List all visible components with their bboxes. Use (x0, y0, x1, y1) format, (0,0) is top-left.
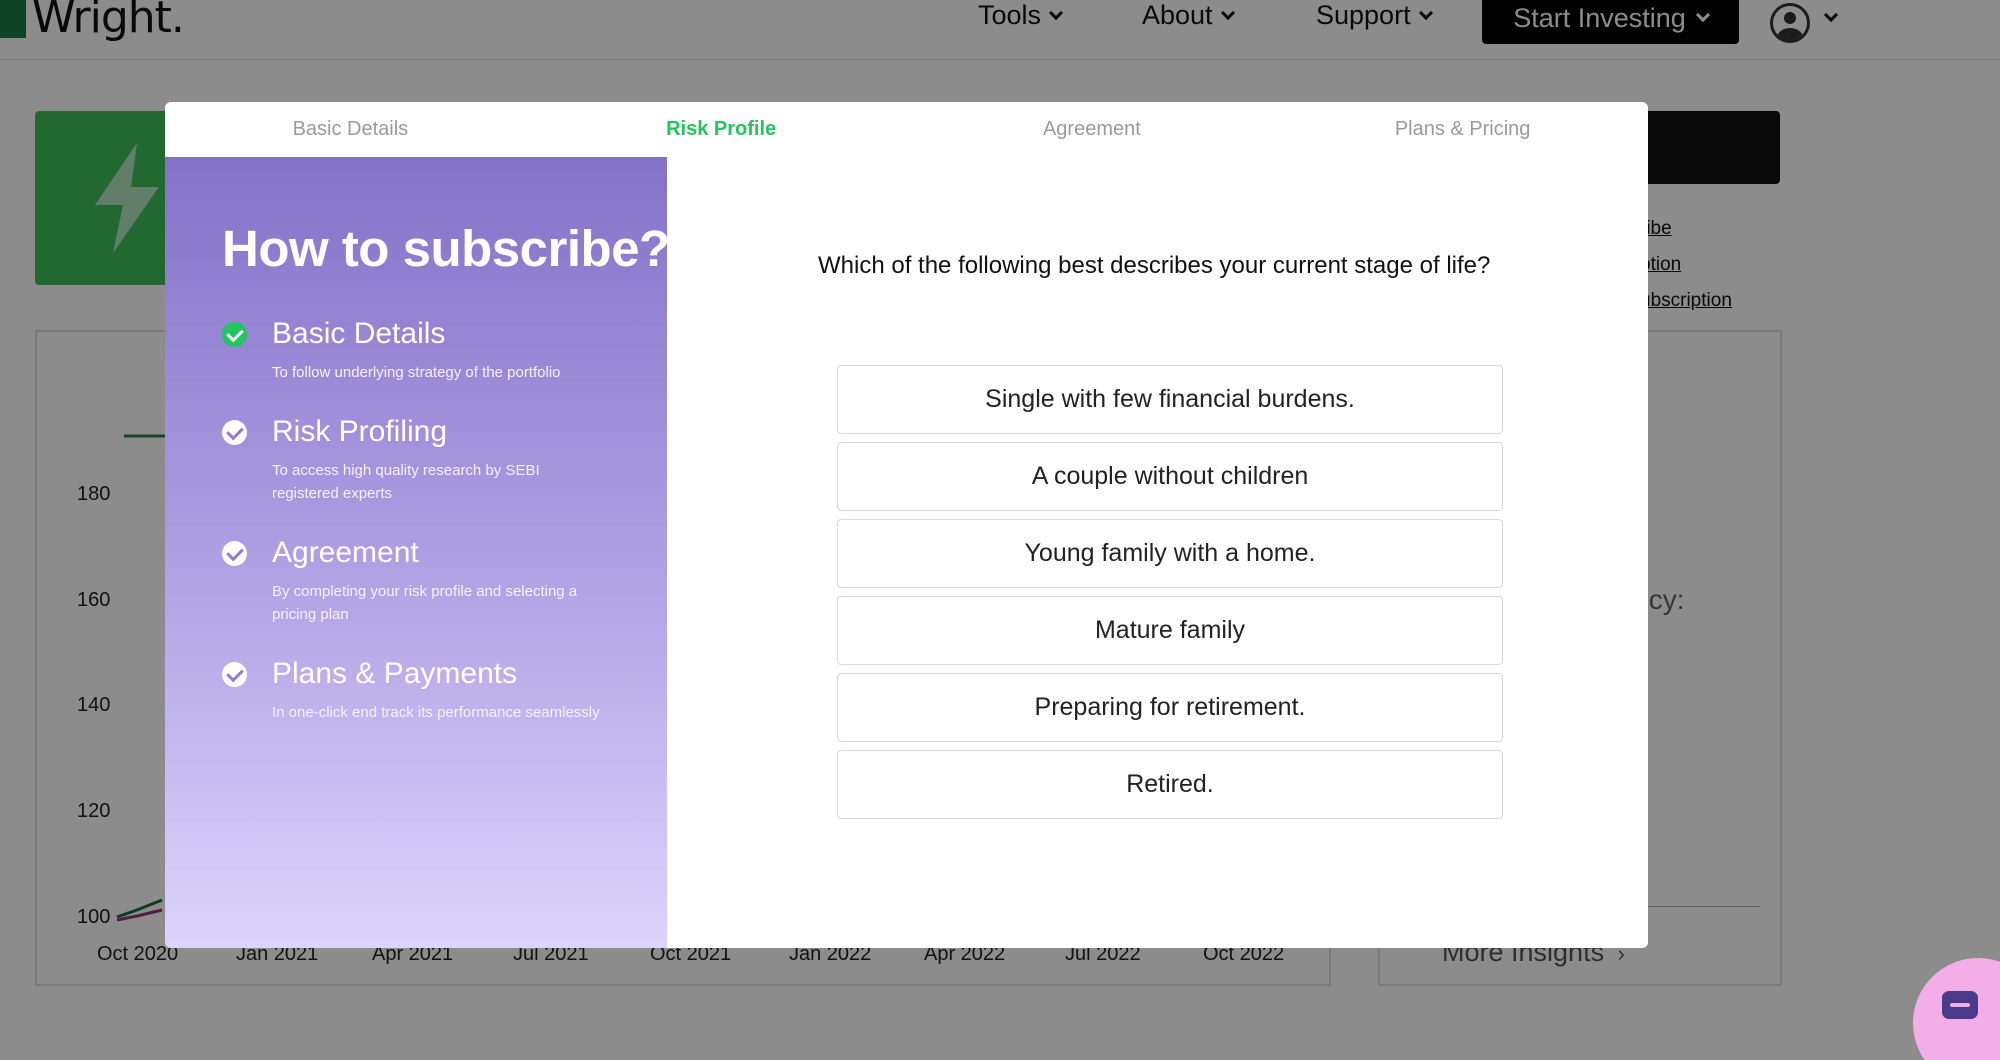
subscribe-modal: Basic Details Risk Profile Agreement Pla… (165, 102, 1648, 948)
tab-risk-profile[interactable]: Risk Profile (536, 102, 907, 157)
answer-option[interactable]: Retired. (837, 750, 1503, 819)
risk-profile-question: Which of the following best describes yo… (667, 157, 1648, 948)
panel-title: How to subscribe? (222, 220, 670, 277)
answer-option[interactable]: Single with few financial burdens. (837, 365, 1503, 434)
question-text: Which of the following best describes yo… (818, 252, 1491, 279)
tab-agreement[interactable]: Agreement (907, 102, 1278, 157)
check-circle-icon (222, 420, 247, 445)
step-description: To access high quality research by SEBI … (272, 462, 540, 502)
tab-basic-details[interactable]: Basic Details (165, 102, 536, 157)
check-circle-icon (222, 662, 247, 687)
answer-option[interactable]: Mature family (837, 596, 1503, 665)
subscribe-steps-panel: How to subscribe? Basic Details To follo… (165, 157, 670, 948)
answer-option[interactable]: Preparing for retirement. (837, 673, 1503, 742)
answer-option[interactable]: Young family with a home. (837, 519, 1503, 588)
step-title: Agreement (272, 536, 419, 569)
tab-plans-pricing[interactable]: Plans & Pricing (1277, 102, 1648, 157)
check-circle-icon (222, 541, 247, 566)
answer-option[interactable]: A couple without children (837, 442, 1503, 511)
chat-icon (1942, 991, 1978, 1019)
step-title: Basic Details (272, 317, 446, 350)
step-title: Plans & Payments (272, 657, 518, 690)
step-description: In one-click end track its performance s… (272, 704, 600, 721)
step-description: By completing your risk profile and sele… (272, 583, 578, 623)
modal-tabs: Basic Details Risk Profile Agreement Pla… (165, 102, 1648, 157)
step-description: To follow underlying strategy of the por… (272, 364, 561, 381)
check-circle-icon (222, 322, 247, 347)
step-title: Risk Profiling (272, 415, 448, 448)
